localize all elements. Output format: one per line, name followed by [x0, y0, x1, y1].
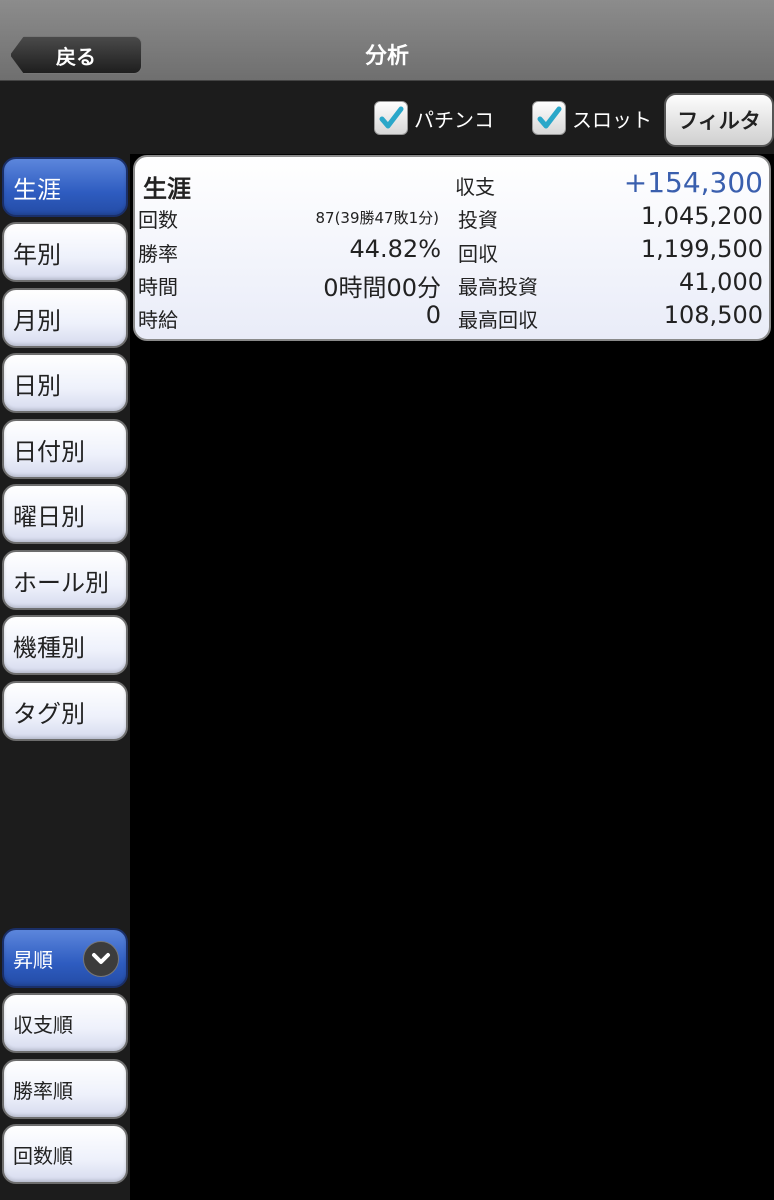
count-value: 87(39勝47敗1分) [315, 209, 439, 227]
pachinko-label: パチンコ [414, 107, 494, 132]
investment-label: 投資 [458, 208, 498, 232]
sort-order-label: 昇順 [13, 947, 53, 972]
balance-value: +154,300 [623, 166, 763, 199]
time-value: 0時間00分 [323, 274, 441, 302]
chevron-down-icon [83, 941, 119, 977]
sidebar-item-by-date[interactable]: 日付別 [2, 419, 128, 479]
recovery-label: 回収 [458, 242, 498, 266]
sidebar-item-lifetime[interactable]: 生涯 [2, 157, 128, 217]
slot-label: スロット [572, 107, 652, 132]
sidebar-item-by-weekday[interactable]: 曜日別 [2, 484, 128, 544]
filter-button[interactable]: フィルタ [664, 93, 774, 147]
win-rate-value: 44.82% [349, 235, 441, 263]
count-label: 回数 [138, 208, 178, 232]
checkbox-checked-icon [374, 101, 408, 135]
sort-by-balance-button[interactable]: 収支順 [2, 993, 128, 1053]
hourly-label: 時給 [138, 308, 178, 332]
balance-label: 収支 [455, 175, 495, 199]
navigation-bar: 戻る 分析 [0, 0, 774, 81]
sidebar-item-monthly[interactable]: 月別 [2, 288, 128, 348]
max-investment-value: 41,000 [679, 268, 763, 296]
sort-by-win-rate-button[interactable]: 勝率順 [2, 1059, 128, 1119]
time-label: 時間 [138, 275, 178, 299]
max-investment-label: 最高投資 [458, 275, 538, 299]
sidebar-item-by-hall[interactable]: ホール別 [2, 550, 128, 610]
sidebar-item-yearly[interactable]: 年別 [2, 222, 128, 282]
summary-card[interactable]: 生涯 収支 +154,300 回数 87(39勝47敗1分) 投資 1,045,… [133, 155, 771, 341]
win-rate-label: 勝率 [138, 242, 178, 266]
hourly-value: 0 [425, 301, 441, 329]
page-title: 分析 [364, 44, 409, 69]
checkbox-checked-icon [532, 101, 566, 135]
max-recovery-value: 108,500 [663, 301, 763, 329]
filter-bar: パチンコ スロット フィルタ [0, 81, 774, 154]
summary-title: 生涯 [143, 175, 191, 203]
sidebar-item-by-machine[interactable]: 機種別 [2, 615, 128, 675]
sort-by-count-button[interactable]: 回数順 [2, 1124, 128, 1184]
investment-value: 1,045,200 [640, 202, 763, 230]
recovery-value: 1,199,500 [640, 235, 763, 263]
sidebar-item-by-tag[interactable]: タグ別 [2, 681, 128, 741]
sidebar-item-daily[interactable]: 日別 [2, 353, 128, 413]
pachinko-checkbox[interactable]: パチンコ [374, 101, 494, 135]
slot-checkbox[interactable]: スロット [532, 101, 652, 135]
sidebar: 生涯 年別 月別 日別 日付別 曜日別 ホール別 機種別 タグ別 昇順 収支順 … [0, 154, 130, 1200]
sort-order-dropdown[interactable]: 昇順 [2, 928, 128, 988]
max-recovery-label: 最高回収 [458, 308, 538, 332]
